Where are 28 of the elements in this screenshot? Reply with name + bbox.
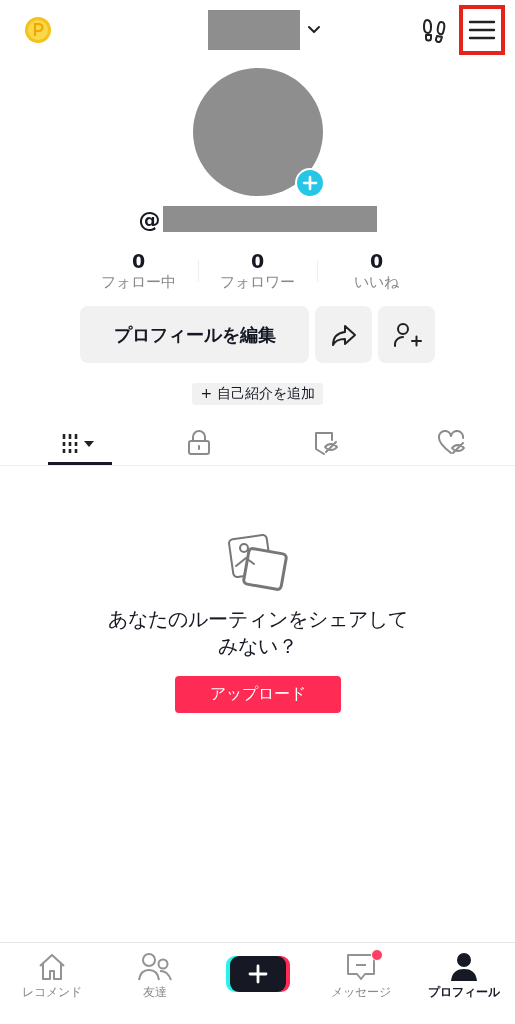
upload-button[interactable]: アップロード: [174, 676, 341, 713]
empty-message: あなたのルーティンをシェアしてみない？: [106, 606, 409, 660]
heart-hidden-icon: [436, 429, 467, 456]
stat-label: いいね: [354, 272, 399, 292]
menu-button[interactable]: [459, 5, 505, 55]
nav-tab[interactable]: レコメンド: [21, 950, 82, 1001]
share-button[interactable]: [315, 306, 372, 363]
stat-label: フォロー中: [101, 272, 176, 292]
people-icon: [137, 952, 172, 982]
stat-count: 0: [369, 250, 384, 272]
stat-label: フォロワー: [220, 272, 295, 292]
stat-count: 0: [250, 250, 265, 272]
menu-icon: [468, 19, 496, 41]
add-friend-button[interactable]: [378, 306, 435, 363]
at-sign: @: [138, 206, 161, 232]
stat-count: 0: [131, 250, 146, 272]
edit-profile-button[interactable]: プロフィールを編集: [80, 306, 309, 363]
lock-icon: [186, 429, 213, 456]
nav-tab[interactable]: プロフィール: [427, 950, 500, 1001]
nav-tab[interactable]: 友達: [137, 950, 172, 1001]
photos-icon: [227, 534, 288, 592]
chevron-down-icon[interactable]: [305, 24, 322, 36]
nav-tab[interactable]: メッセージ: [330, 950, 391, 1001]
message-icon: [344, 951, 377, 983]
plus-icon: [247, 964, 268, 984]
person-add-icon: [391, 320, 422, 349]
add-photo-icon[interactable]: [294, 168, 325, 198]
add-bio-button[interactable]: + 自己紹介を追加: [192, 383, 323, 405]
